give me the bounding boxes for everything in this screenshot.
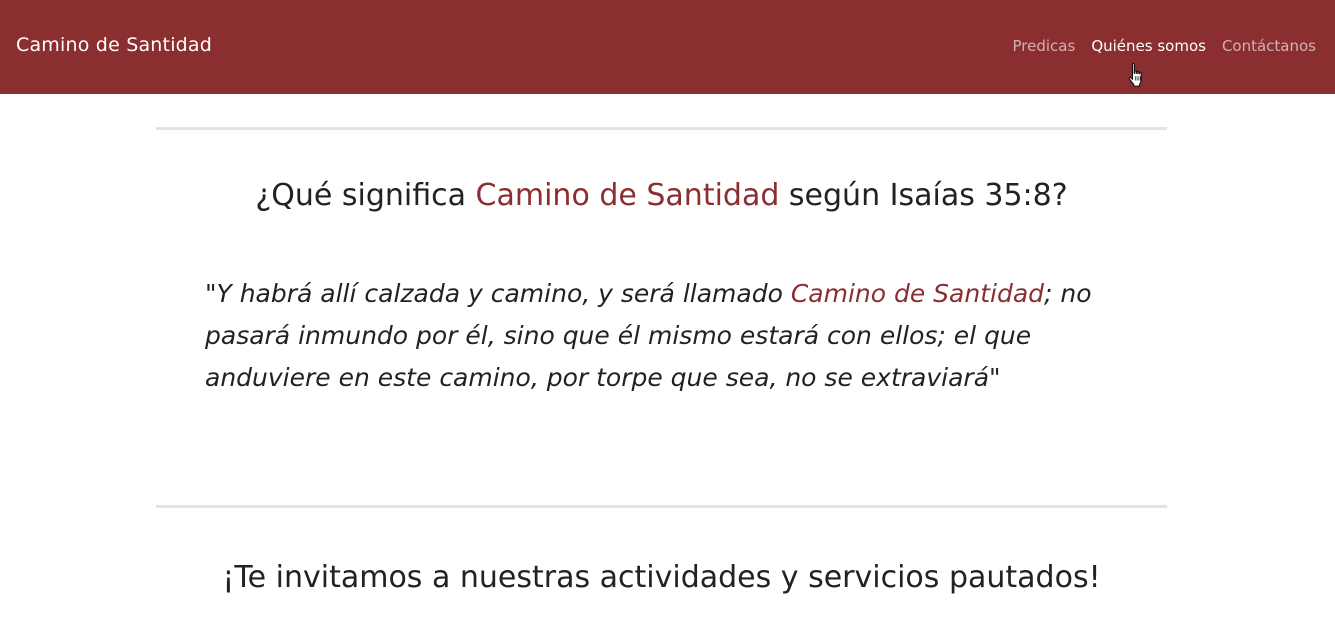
quote-text-before: "Y habrá allí calzada y camino, y será l… [205,279,791,308]
nav-link-contactanos[interactable]: Contáctanos [1222,37,1316,55]
heading-highlight: Camino de Santidad [475,178,780,213]
nav-link-quienes-somos[interactable]: Quiénes somos [1091,37,1206,55]
section-heading-invite: ¡Te invitamos a nuestras actividades y s… [222,560,1101,595]
section-heading-meaning: ¿Qué significa Camino de Santidad según … [156,178,1167,213]
bible-quote: "Y habrá allí calzada y camino, y será l… [205,273,1125,399]
brand-link[interactable]: Camino de Santidad [16,34,212,56]
quote-highlight: Camino de Santidad [790,279,1045,308]
hand-pointer-icon [1128,62,1142,87]
nav-link-predicas[interactable]: Predicas [1013,37,1076,55]
nav-links: Predicas Quiénes somos Contáctanos [1013,37,1316,55]
section-divider-bottom [156,505,1167,508]
section-divider-top [156,127,1167,130]
heading-text-before: ¿Qué significa [255,178,476,213]
heading-text-after: según Isaías 35:8? [779,178,1068,213]
